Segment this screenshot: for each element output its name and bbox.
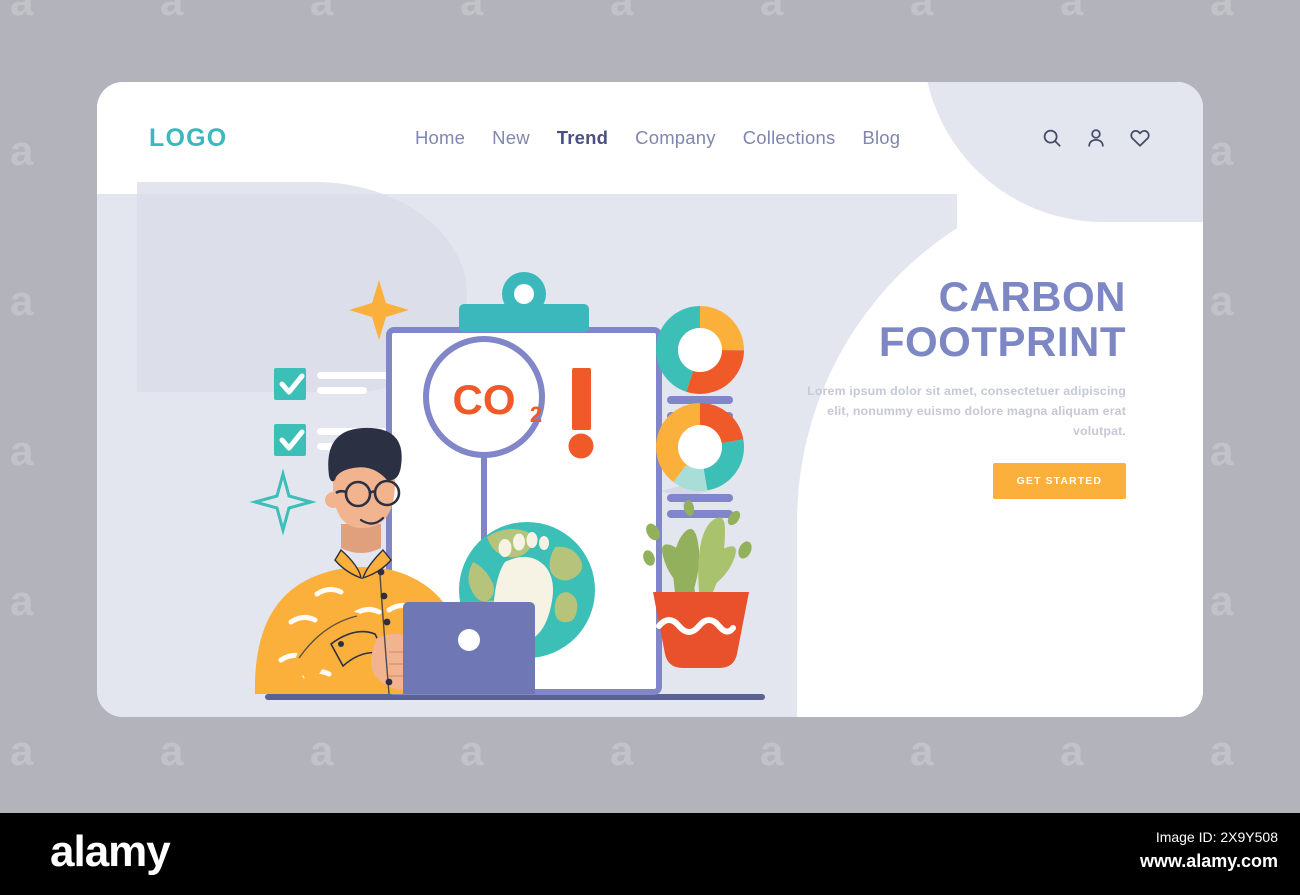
chart-legend-bar-4 — [667, 510, 733, 518]
donut-chart-bottom — [656, 403, 744, 491]
nav-item-new[interactable]: New — [492, 127, 530, 149]
hero-text-block: CARBON FOOTPRINT Lorem ipsum dolor sit a… — [796, 273, 1126, 499]
get-started-button[interactable]: GET STARTED — [992, 462, 1126, 499]
checklist-line-1b — [317, 387, 367, 394]
nav-item-blog[interactable]: Blog — [862, 127, 900, 149]
exclamation-bar — [572, 368, 591, 430]
alamy-footer-bar: alamy Image ID: 2X9Y508 www.alamy.com — [0, 813, 1300, 895]
watermark-letter: a — [1060, 0, 1084, 24]
watermark-letter: a — [760, 0, 784, 24]
watermark-letter: a — [910, 727, 934, 774]
user-icon[interactable] — [1085, 127, 1107, 149]
screenshot-root: aaaaaaaaaaaaaaaaaaaaaaaaaaaaaaaaaaaaaaaa… — [0, 0, 1300, 895]
clipboard-clip-hole — [514, 284, 534, 304]
watermark-letter: a — [160, 727, 184, 774]
watermark-letter: a — [10, 427, 34, 474]
co2-subscript: 2 — [530, 402, 542, 427]
footer-meta: Image ID: 2X9Y508 www.alamy.com — [1140, 827, 1278, 875]
laptop-logo — [458, 629, 480, 651]
watermark-letter: a — [10, 0, 34, 24]
website-mockup-card: LOGO Home New Trend Company Collections … — [97, 82, 1203, 717]
page-title-line1: CARBON — [938, 273, 1126, 320]
sparkle-teal-icon — [249, 468, 317, 536]
site-logo[interactable]: LOGO — [149, 124, 227, 153]
nav-icons — [1041, 127, 1151, 149]
watermark-letter: a — [160, 0, 184, 24]
checkbox-2[interactable] — [274, 424, 306, 456]
watermark-letter: a — [310, 727, 334, 774]
watermark-letter: a — [460, 727, 484, 774]
co2-label: CO — [453, 376, 516, 423]
nav-item-trend[interactable]: Trend — [557, 127, 608, 149]
watermark-letter: a — [10, 577, 34, 624]
page-title: CARBON FOOTPRINT — [796, 273, 1126, 365]
watermark-letter: a — [460, 0, 484, 24]
watermark-letter: a — [1210, 427, 1234, 474]
watermark-letter: a — [610, 0, 634, 24]
watermark-letter: a — [1210, 277, 1234, 324]
exclamation-dot — [568, 433, 594, 459]
nav-item-company[interactable]: Company — [635, 127, 716, 149]
watermark-letter: a — [1210, 127, 1234, 174]
clipboard-clip-bar — [459, 304, 589, 332]
watermark-letter: a — [1210, 577, 1234, 624]
search-icon[interactable] — [1041, 127, 1063, 149]
donut-chart-top — [656, 306, 744, 394]
alert-exclamation-icon — [568, 368, 594, 459]
watermark-letter: a — [1060, 727, 1084, 774]
nav-item-collections[interactable]: Collections — [743, 127, 836, 149]
watermark-letter: a — [610, 727, 634, 774]
watermark-letter: a — [10, 127, 34, 174]
watermark-letter: a — [310, 0, 334, 24]
image-id-label: Image ID: 2X9Y508 — [1155, 829, 1278, 845]
watermark-letter: a — [1210, 727, 1234, 774]
alamy-url: www.alamy.com — [1139, 851, 1278, 871]
checkbox-1[interactable] — [274, 368, 306, 400]
navbar: LOGO Home New Trend Company Collections … — [97, 82, 1203, 194]
nav-item-home[interactable]: Home — [415, 127, 465, 149]
watermark-letter: a — [10, 277, 34, 324]
alamy-footer-logo: alamy — [50, 827, 171, 876]
nav-links: Home New Trend Company Collections Blog — [415, 127, 900, 149]
hero-subtitle: Lorem ipsum dolor sit amet, consectetuer… — [807, 384, 1126, 438]
checklist-line-1a — [317, 372, 389, 379]
favorite-icon[interactable] — [1129, 127, 1151, 149]
carbon-footprint-illustration: CO 2 — [249, 272, 765, 700]
watermark-letter: a — [760, 727, 784, 774]
watermark-letter: a — [1210, 0, 1234, 24]
chart-legend-bar-1 — [667, 396, 733, 404]
chart-legend-bar-3 — [667, 494, 733, 502]
watermark-letter: a — [910, 0, 934, 24]
watermark-letter: a — [10, 727, 34, 774]
page-title-line2: FOOTPRINT — [878, 317, 1126, 365]
